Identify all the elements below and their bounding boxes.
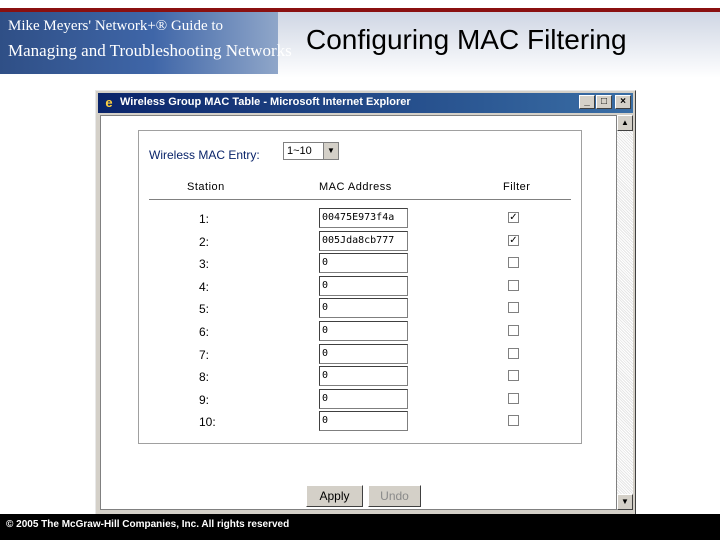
filter-column-header: Filter — [503, 181, 531, 193]
header-divider — [149, 199, 571, 200]
logo-line-1: Mike Meyers' Network+® Guide to — [8, 18, 224, 34]
filter-checkbox[interactable]: ✓ — [508, 234, 519, 246]
book-logo: Mike Meyers' Network+® Guide to Managing… — [0, 12, 292, 74]
table-row: 2: 005Jda8cb777 ✓ — [139, 230, 583, 252]
mac-column-header: MAC Address — [319, 181, 392, 193]
copyright-text: © 2005 The McGraw-Hill Companies, Inc. A… — [6, 519, 290, 530]
mac-address-input[interactable]: 005Jda8cb777 — [319, 230, 408, 251]
mac-entry-select[interactable]: 1~10 ▼ — [283, 142, 339, 160]
dropdown-arrow-icon[interactable]: ▼ — [323, 143, 338, 159]
window-titlebar[interactable]: e Wireless Group MAC Table - Microsoft I… — [98, 93, 633, 113]
mac-address-input[interactable]: 00475E973f4a — [319, 208, 408, 228]
mac-address-input[interactable]: 0 — [319, 411, 408, 432]
table-row: 6: 0 — [139, 320, 583, 342]
table-row: 1: 00475E973f4a ✓ — [139, 207, 583, 229]
station-label: 5: — [199, 302, 210, 317]
station-label: 2: — [199, 234, 210, 249]
close-button[interactable]: × — [615, 95, 631, 109]
table-row: 4: 0 — [139, 275, 583, 297]
table-row: 8: 0 — [139, 365, 583, 387]
table-row: 5: 0 — [139, 297, 583, 319]
scroll-up-icon[interactable]: ▲ — [617, 115, 633, 131]
mac-address-input[interactable]: 0 — [319, 275, 408, 296]
page-content: Wireless MAC Entry: 1~10 ▼ Station MAC A… — [100, 115, 617, 510]
apply-button[interactable]: Apply — [306, 485, 363, 507]
slide-footer: © 2005 The McGraw-Hill Companies, Inc. A… — [0, 514, 720, 540]
mac-address-input[interactable]: 0 — [319, 298, 408, 319]
station-column-header: Station — [187, 181, 225, 193]
ie-icon: e — [105, 95, 113, 110]
window-title: Wireless Group MAC Table - Microsoft Int… — [120, 96, 411, 108]
mac-address-input[interactable]: 0 — [319, 321, 408, 341]
mac-address-input[interactable]: 0 — [319, 253, 408, 274]
filter-checkbox[interactable] — [508, 415, 519, 427]
table-row: 3: 0 — [139, 252, 583, 274]
table-row: 7: 0 — [139, 343, 583, 365]
mac-address-input[interactable]: 0 — [319, 343, 408, 364]
station-label: 4: — [199, 279, 210, 294]
mac-address-input[interactable]: 0 — [319, 388, 408, 409]
table-row: 10: 0 — [139, 410, 583, 432]
station-label: 7: — [199, 347, 210, 362]
station-label: 3: — [199, 257, 210, 272]
mac-address-input[interactable]: 0 — [319, 366, 408, 387]
mac-entry-value: 1~10 — [287, 145, 312, 157]
scroll-down-icon[interactable]: ▼ — [617, 494, 633, 510]
maximize-button[interactable]: □ — [596, 95, 612, 109]
vertical-scrollbar[interactable]: ▲ ▼ — [617, 115, 633, 510]
filter-checkbox[interactable] — [508, 347, 519, 359]
undo-button[interactable]: Undo — [368, 485, 421, 507]
filter-checkbox[interactable] — [508, 325, 519, 336]
station-label: 6: — [199, 325, 210, 339]
station-label: 9: — [199, 392, 210, 407]
filter-checkbox[interactable] — [508, 302, 519, 314]
filter-checkbox[interactable] — [508, 279, 519, 291]
filter-checkbox[interactable] — [508, 370, 519, 382]
ie-window: e Wireless Group MAC Table - Microsoft I… — [95, 90, 636, 515]
station-label: 8: — [199, 370, 210, 385]
mac-table-panel: Wireless MAC Entry: 1~10 ▼ Station MAC A… — [138, 130, 582, 444]
filter-checkbox[interactable]: ✓ — [508, 212, 519, 223]
slide-title: Configuring MAC Filtering — [306, 24, 627, 55]
filter-checkbox[interactable] — [508, 392, 519, 404]
logo-line-2: Managing and Troubleshooting Networks — [8, 41, 292, 60]
slide-header: Mike Meyers' Network+® Guide to Managing… — [0, 0, 720, 78]
filter-checkbox[interactable] — [508, 257, 519, 269]
minimize-button[interactable]: _ — [579, 95, 595, 109]
station-label: 1: — [199, 212, 210, 226]
station-label: 10: — [199, 415, 216, 430]
slide: Mike Meyers' Network+® Guide to Managing… — [0, 0, 720, 540]
mac-entry-label: Wireless MAC Entry: — [149, 148, 260, 162]
table-row: 9: 0 — [139, 388, 583, 410]
